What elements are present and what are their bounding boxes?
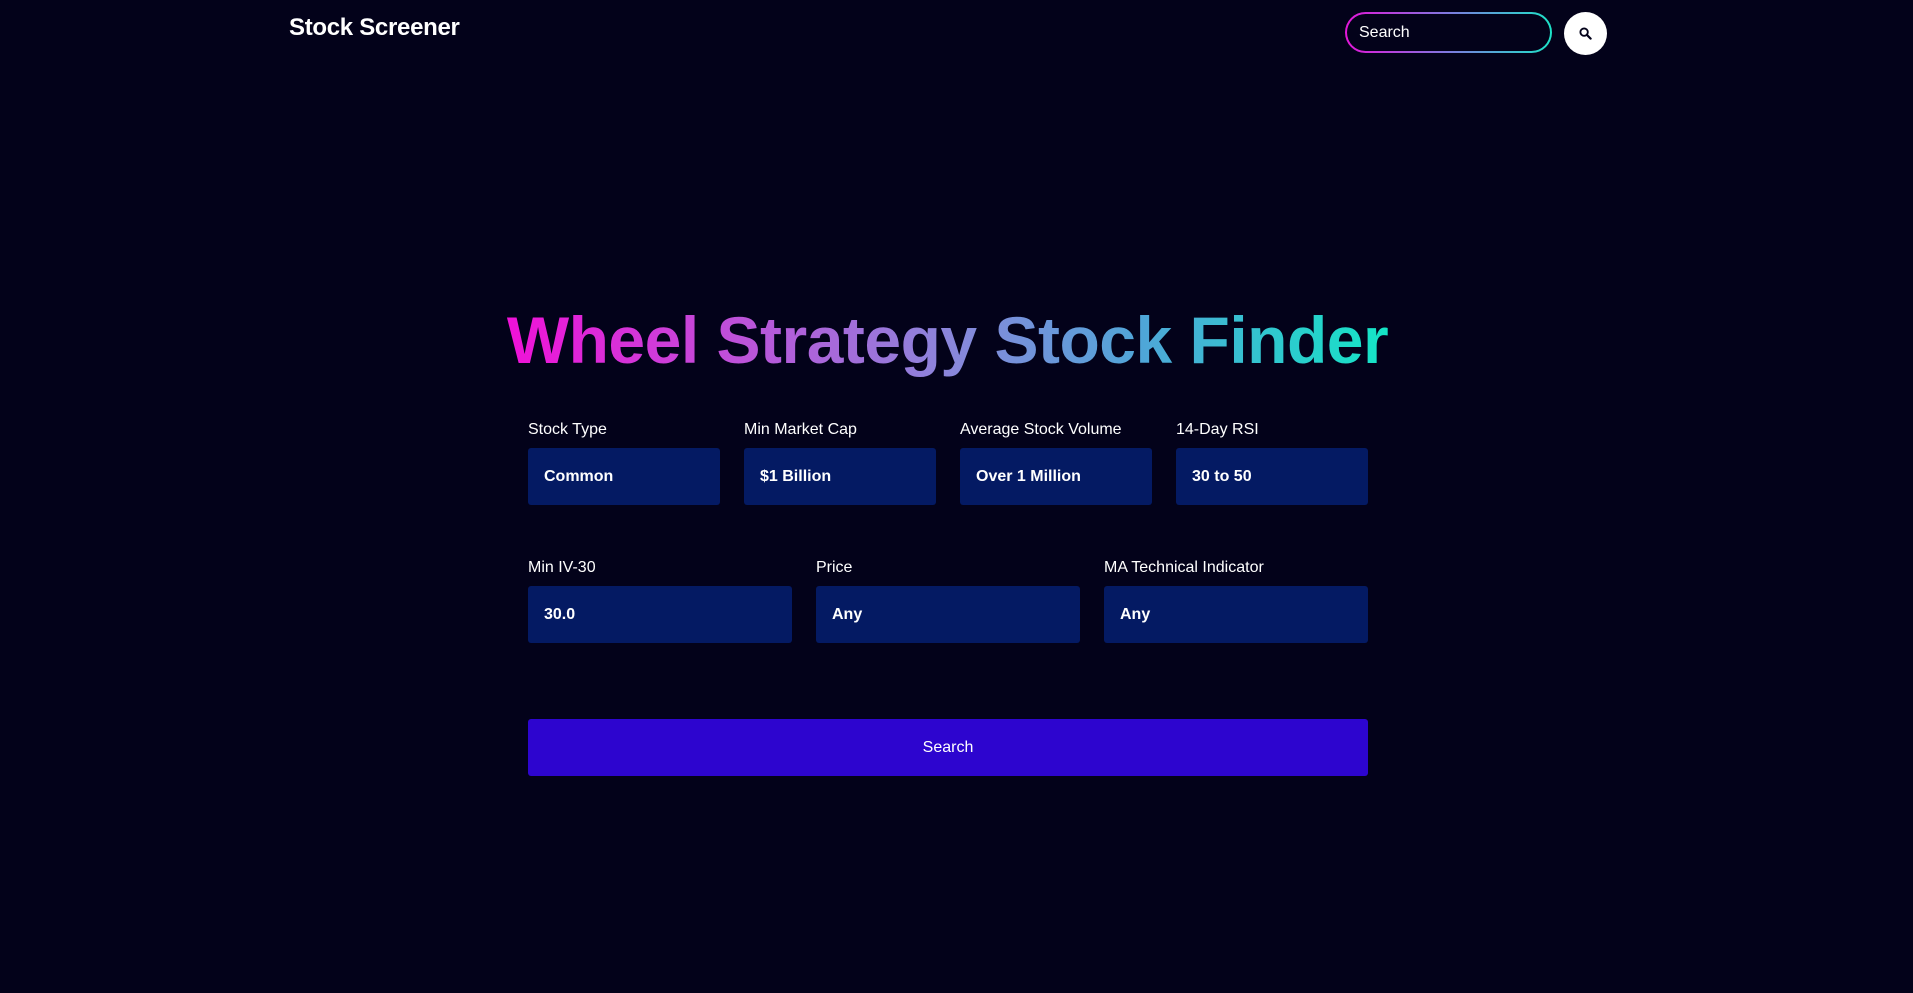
filter-label: Average Stock Volume [960,421,1122,438]
stock-type-select[interactable]: Common [528,448,720,505]
price-select[interactable]: Any [816,586,1080,643]
header-search-box [1345,12,1552,53]
app-brand[interactable]: Stock Screener [289,14,460,42]
filter-min-iv-30: Min IV-30 30.0 [528,558,792,646]
min-iv-30-select[interactable]: 30.0 [528,586,792,643]
filter-min-market-cap: Min Market Cap $1 Billion [744,420,936,508]
page-title: Wheel Strategy Stock Finder [0,300,1895,380]
filter-label: MA Technical Indicator [1104,559,1264,576]
ma-technical-indicator-select[interactable]: Any [1104,586,1368,643]
filter-label: Price [816,559,853,576]
page-title-text: Wheel Strategy Stock Finder [506,303,1389,377]
average-stock-volume-select[interactable]: Over 1 Million [960,448,1152,505]
search-icon [1579,27,1592,40]
search-button[interactable] [1564,12,1607,55]
rsi-select[interactable]: 30 to 50 [1176,448,1368,505]
filter-average-stock-volume: Average Stock Volume Over 1 Million [960,420,1152,508]
filter-ma-technical-indicator: MA Technical Indicator Any [1104,558,1368,646]
page: Stock Screener Wheel Strategy Stock Find… [0,0,1913,993]
filter-label: Min IV-30 [528,559,596,576]
filter-label: 14-Day RSI [1176,421,1259,438]
filter-14-day-rsi: 14-Day RSI 30 to 50 [1176,420,1368,508]
filter-stock-type: Stock Type Common [528,420,720,508]
filter-price: Price Any [816,558,1080,646]
filter-label: Stock Type [528,421,607,438]
min-market-cap-select[interactable]: $1 Billion [744,448,936,505]
filter-label: Min Market Cap [744,421,857,438]
submit-search-button[interactable]: Search [528,719,1368,776]
search-input[interactable] [1347,14,1550,51]
